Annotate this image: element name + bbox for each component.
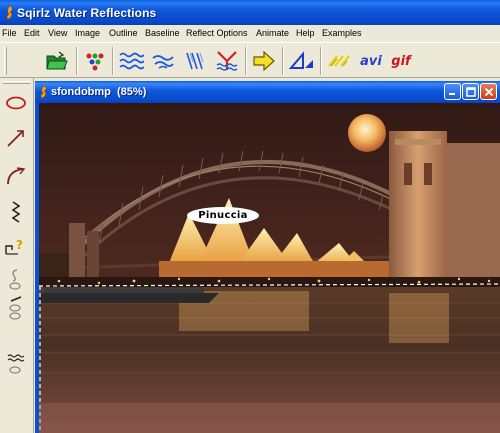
minimize-icon	[449, 93, 455, 95]
window-title: Sqirlz Water Reflections	[17, 6, 157, 20]
menu-baseline[interactable]: Baseline	[145, 27, 180, 40]
zigzag-tool-icon	[11, 201, 21, 223]
curve-tool-icon	[7, 167, 26, 185]
color-dots-icon	[86, 53, 104, 71]
document-name: sfondobmp	[51, 86, 111, 98]
menu-examples[interactable]: Examples	[322, 27, 362, 40]
menu-outline[interactable]: Outline	[109, 27, 138, 40]
squirrel-doc-icon	[40, 85, 47, 99]
pen-baseline-tool[interactable]	[3, 294, 29, 322]
close-icon	[484, 87, 493, 96]
tool-panel: ?	[0, 78, 34, 433]
ellipse-tool-icon	[6, 96, 26, 110]
perspective-triangle-icon	[289, 51, 313, 69]
pen-baseline-icon	[9, 296, 22, 320]
hook-tool[interactable]	[3, 265, 29, 293]
ripples-button[interactable]	[148, 46, 178, 76]
menu-edit[interactable]: Edit	[24, 27, 40, 40]
ellipse-tool[interactable]	[3, 89, 29, 117]
document-title-bar[interactable]: sfondobmp (85%)	[35, 81, 500, 103]
app-window: Sqirlz Water Reflections File Edit View …	[0, 0, 500, 433]
tool-panel-grip[interactable]	[3, 81, 30, 84]
image-canvas[interactable]: Pinuccia	[39, 103, 500, 433]
ripples-icon	[152, 55, 174, 69]
menu-view[interactable]: View	[48, 27, 67, 40]
avi-export-button[interactable]: avi	[356, 46, 386, 76]
color-dots-button[interactable]	[80, 46, 110, 76]
rain-lines-icon	[186, 52, 204, 70]
document-title: sfondobmp (85%)	[51, 86, 146, 98]
menu-reflect-options[interactable]: Reflect Options	[186, 27, 248, 40]
maximize-button[interactable]	[462, 83, 479, 100]
rain-lines-button[interactable]	[180, 46, 210, 76]
waves-icon	[119, 52, 144, 70]
wave-baseline-icon	[7, 354, 25, 374]
close-button[interactable]	[480, 83, 497, 100]
zigzag-tool[interactable]	[3, 198, 29, 226]
arrow-right-icon	[253, 51, 275, 71]
menu-image[interactable]: Image	[75, 27, 100, 40]
sparkle-button[interactable]	[324, 46, 354, 76]
gif-export-button[interactable]: gif	[386, 46, 416, 76]
perspective-button[interactable]	[287, 46, 317, 76]
wave-baseline-tool[interactable]	[3, 350, 29, 378]
menu-help[interactable]: Help	[296, 27, 315, 40]
maximize-icon	[465, 86, 476, 97]
menu-animate[interactable]: Animate	[256, 27, 289, 40]
svg-text:?: ?	[16, 238, 23, 252]
open-folder-icon	[46, 51, 68, 70]
sydney-harbour-image	[39, 103, 500, 433]
minimize-button[interactable]	[444, 83, 461, 100]
menu-bar: File Edit View Image Outline Baseline Re…	[0, 25, 500, 42]
sparkle-lines-icon	[328, 55, 350, 67]
title-bar[interactable]: Sqirlz Water Reflections	[0, 0, 500, 25]
pinuccia-label: Pinuccia	[187, 207, 259, 224]
document-window: sfondobmp (85%) Pinuccia	[35, 81, 500, 433]
baseline-help-tool[interactable]: ?	[3, 232, 29, 260]
reflection-y-icon	[216, 51, 238, 71]
squirrel-app-icon	[6, 5, 13, 20]
open-button[interactable]	[42, 46, 72, 76]
baseline-question-icon: ?	[5, 238, 23, 255]
toolbar-grip[interactable]	[4, 47, 7, 75]
menu-file[interactable]: File	[2, 27, 17, 40]
curve-tool[interactable]	[3, 162, 29, 190]
line-arrow-tool-icon	[7, 130, 24, 147]
reflection-button[interactable]	[212, 46, 242, 76]
line-tool[interactable]	[3, 124, 29, 152]
go-arrow-button[interactable]	[249, 46, 279, 76]
waves-button[interactable]	[116, 46, 146, 76]
main-toolbar: avi gif	[0, 42, 500, 78]
zoom-level: (85%)	[117, 86, 147, 98]
hook-tool-icon	[9, 269, 21, 290]
